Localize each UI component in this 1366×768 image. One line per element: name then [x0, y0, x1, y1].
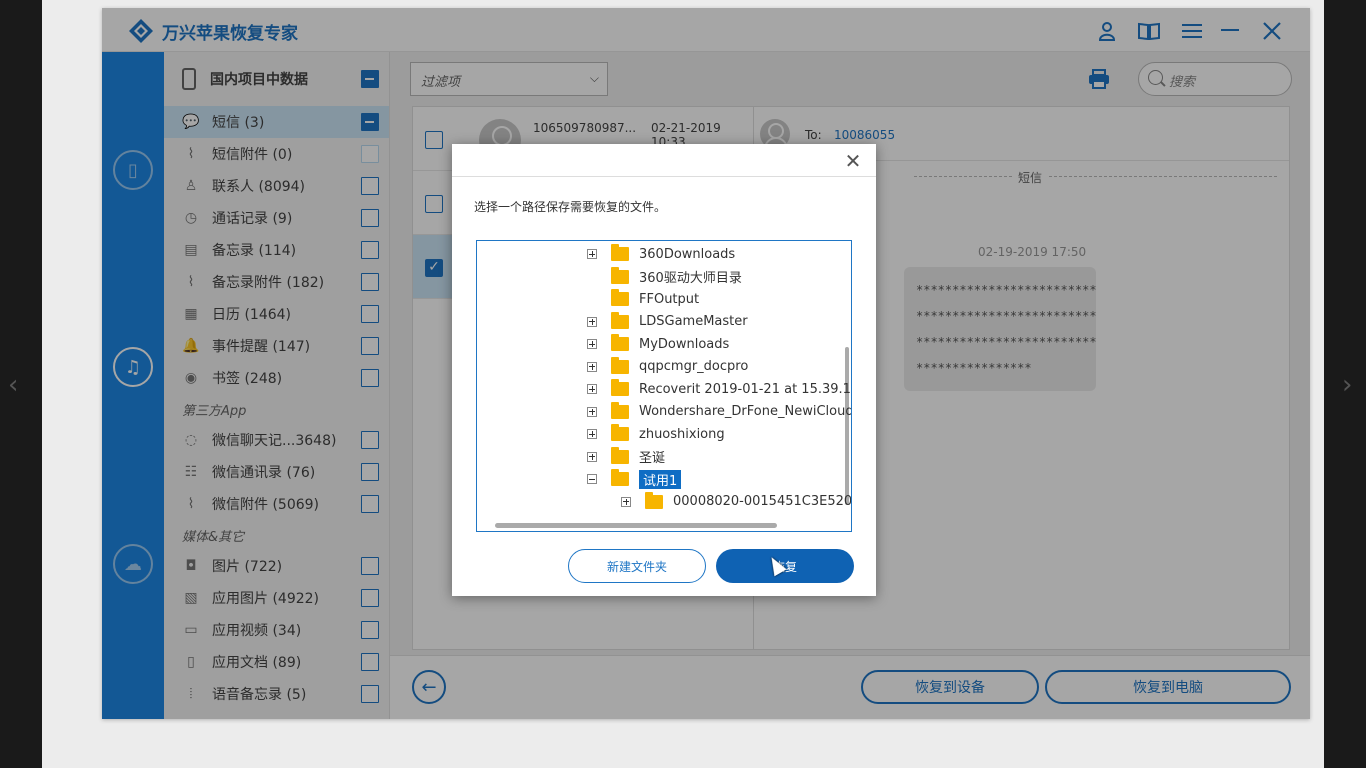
- expand-icon[interactable]: [587, 429, 597, 439]
- expand-icon[interactable]: [587, 361, 597, 372]
- dialog-close-icon[interactable]: ✕: [842, 149, 864, 173]
- folder-icon: [611, 401, 629, 419]
- save-path-dialog: ✕ 选择一个路径保存需要恢复的文件。 360Downloads 360驱动大师目录…: [452, 144, 876, 596]
- folder-tree-item[interactable]: Recoverit 2019-01-21 at 15.39.15: [587, 378, 852, 400]
- expand-icon[interactable]: [587, 339, 597, 349]
- prev-arrow-icon[interactable]: ‹: [8, 370, 18, 400]
- folder-icon: [611, 334, 629, 351]
- expand-icon[interactable]: [587, 451, 597, 462]
- folder-tree-item[interactable]: 360Downloads: [587, 243, 735, 265]
- folder-icon: [611, 289, 629, 306]
- folder-label: 360Downloads: [639, 246, 736, 262]
- folder-label: 圣诞: [639, 451, 666, 466]
- folder-label: FFOutput: [639, 291, 700, 307]
- folder-tree-item[interactable]: MyDownloads: [587, 333, 729, 355]
- folder-tree-item[interactable]: zhuoshixiong: [587, 423, 725, 445]
- folder-icon: [611, 244, 629, 261]
- folder-icon: [611, 266, 629, 284]
- folder-label: LDSGameMaster: [639, 314, 748, 329]
- expand-icon[interactable]: [587, 406, 597, 417]
- expand-icon[interactable]: [587, 249, 597, 259]
- folder-label: MyDownloads: [639, 336, 730, 352]
- folder-label: Recoverit 2019-01-21 at 15.39.15: [639, 381, 852, 397]
- folder-icon: [611, 446, 629, 464]
- folder-icon: [611, 379, 629, 396]
- expand-icon[interactable]: [587, 316, 597, 327]
- folder-tree-item[interactable]: LDSGameMaster: [587, 311, 748, 333]
- folder-tree-item[interactable]: 试用1: [587, 468, 682, 490]
- folder-tree[interactable]: 360Downloads 360驱动大师目录 FFOutput LDSGameMast…: [476, 240, 852, 532]
- expand-icon[interactable]: [587, 384, 597, 394]
- folder-label: zhuoshixiong: [639, 426, 725, 442]
- folder-icon: [611, 424, 629, 441]
- collapse-icon[interactable]: [587, 474, 597, 484]
- folder-icon: [611, 469, 629, 486]
- next-arrow-icon[interactable]: ›: [1342, 370, 1352, 400]
- expand-icon[interactable]: [621, 496, 631, 507]
- dialog-divider: [452, 176, 876, 177]
- folder-tree-item[interactable]: qqpcmgr_docpro: [587, 356, 748, 378]
- folder-label: 试用1: [639, 469, 682, 489]
- folder-label: Wondershare_DrFone_NewiCloud: [639, 404, 852, 419]
- new-folder-button[interactable]: 新建文件夹: [568, 549, 706, 583]
- folder-icon: [611, 311, 629, 329]
- folder-tree-item[interactable]: 圣诞: [587, 446, 665, 468]
- folder-tree-item[interactable]: 00008020-0015451C3E5200: [621, 491, 852, 513]
- folder-label: 360驱动大师目录: [639, 271, 742, 286]
- folder-label: qqpcmgr_docpro: [639, 359, 749, 374]
- folder-tree-item[interactable]: FFOutput: [587, 288, 699, 310]
- vertical-scrollbar[interactable]: [845, 347, 849, 505]
- dialog-prompt: 选择一个路径保存需要恢复的文件。: [474, 200, 667, 214]
- video-frame: 万兴苹果恢复专家 ▯ ♫ ☁ 国内项目中数据 💬 短信 (3) ⌇ 短信附件 (0) ♙…: [42, 0, 1324, 768]
- folder-label: 00008020-0015451C3E5200: [673, 494, 852, 509]
- folder-icon: [611, 356, 629, 374]
- folder-icon: [645, 491, 663, 509]
- folder-tree-item[interactable]: Wondershare_DrFone_NewiCloud: [587, 401, 852, 423]
- folder-tree-item[interactable]: 360驱动大师目录: [587, 266, 742, 288]
- horizontal-scrollbar[interactable]: [495, 523, 777, 528]
